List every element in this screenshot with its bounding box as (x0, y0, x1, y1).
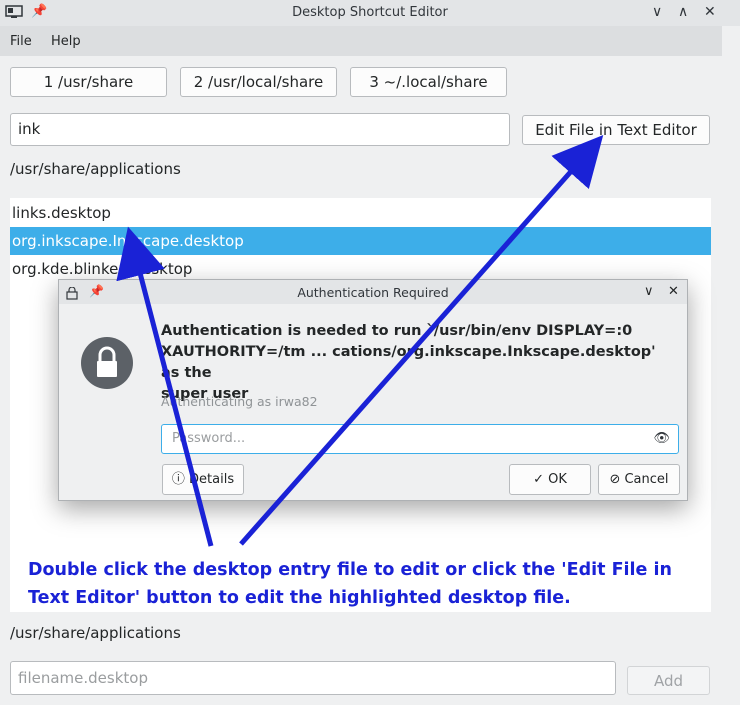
arrow-to-edit-button (239, 135, 604, 546)
arrow-to-list-item (116, 226, 214, 547)
annotation-text: Double click the desktop entry file to e… (28, 560, 672, 608)
